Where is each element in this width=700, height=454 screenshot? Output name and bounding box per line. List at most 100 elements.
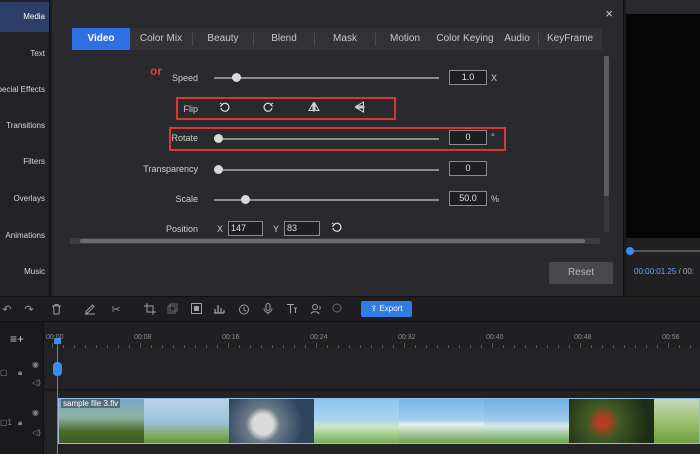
position-y-field[interactable]: 83 bbox=[284, 221, 320, 236]
clip-thumbnail bbox=[144, 399, 229, 443]
flip-horizontal-icon[interactable] bbox=[307, 101, 321, 115]
tab-motion[interactable]: Motion bbox=[376, 28, 434, 50]
reset-position-icon[interactable] bbox=[330, 221, 344, 235]
horizontal-scrollbar-thumb[interactable] bbox=[80, 239, 585, 243]
clip-thumbnail bbox=[399, 399, 484, 443]
sidebar-item-overlays[interactable]: Overlays bbox=[0, 184, 49, 214]
mute-speaker-icon[interactable]: ◁) bbox=[32, 428, 41, 437]
scale-slider-knob[interactable] bbox=[241, 195, 250, 204]
clip-thumbnail bbox=[569, 399, 654, 443]
rotate-slider-knob[interactable] bbox=[214, 134, 223, 143]
tab-color-mix[interactable]: Color Mix bbox=[130, 28, 192, 50]
freeze-icon[interactable] bbox=[330, 303, 344, 317]
tab-audio[interactable]: Audio bbox=[496, 28, 538, 50]
position-x-label: X bbox=[217, 224, 224, 234]
transparency-value-field[interactable]: 0 bbox=[449, 161, 487, 176]
or-annotation: or bbox=[150, 64, 162, 78]
tab-keyframe[interactable]: KeyFrame bbox=[539, 28, 597, 50]
left-sidebar: Media Text Special Effects Transitions F… bbox=[0, 0, 50, 296]
scale-value-field[interactable]: 50.0 bbox=[449, 191, 487, 206]
timer-icon[interactable] bbox=[237, 303, 251, 317]
horizontal-scrollbar[interactable] bbox=[70, 238, 600, 244]
rotate-label: Rotate bbox=[171, 133, 198, 143]
clip-thumbnail bbox=[484, 399, 569, 443]
export-button[interactable]: ⇪ Export bbox=[361, 301, 412, 317]
ruler-tick-label: 00:48 bbox=[574, 334, 592, 341]
export-icon: ⇪ bbox=[370, 304, 378, 313]
preview-progress-knob[interactable] bbox=[626, 247, 634, 255]
text-to-speech-icon[interactable] bbox=[285, 303, 299, 317]
ruler-tick-label: 00:56 bbox=[662, 334, 680, 341]
lock-icon[interactable]: 🔒︎ bbox=[18, 368, 22, 378]
sidebar-item-filters[interactable]: Filters bbox=[0, 147, 49, 177]
preview-progress-track[interactable] bbox=[630, 250, 700, 252]
rotate-value-field[interactable]: 0 bbox=[449, 130, 487, 145]
position-x-field[interactable]: 147 bbox=[228, 221, 263, 236]
reset-button[interactable]: Reset bbox=[549, 262, 613, 284]
timeline-track-1[interactable] bbox=[44, 348, 700, 390]
add-track-icon[interactable]: ≡+ bbox=[10, 332, 24, 346]
speed-value-field[interactable]: 1.0 bbox=[449, 70, 487, 85]
position-label: Position bbox=[165, 224, 198, 234]
mosaic-icon[interactable] bbox=[189, 303, 203, 317]
vertical-scrollbar[interactable] bbox=[604, 56, 609, 232]
scale-unit: % bbox=[491, 194, 500, 204]
rotate-slider[interactable] bbox=[214, 134, 439, 143]
playhead-line[interactable] bbox=[57, 340, 58, 454]
sidebar-item-music[interactable]: Music bbox=[0, 257, 49, 287]
vertical-scrollbar-thumb[interactable] bbox=[604, 56, 609, 196]
preview-timecode: 00:00:01.25 / 00: bbox=[634, 267, 694, 276]
property-tabs: Video Color Mix Beauty Blend Mask Motion… bbox=[72, 28, 602, 50]
copy-icon[interactable] bbox=[165, 303, 179, 317]
tab-beauty[interactable]: Beauty bbox=[193, 28, 253, 50]
tab-color-keying[interactable]: Color Keying bbox=[434, 28, 496, 50]
redo-icon[interactable]: ↷ bbox=[22, 303, 36, 317]
visibility-eye-icon[interactable]: ◉ bbox=[32, 408, 39, 417]
video-clip[interactable] bbox=[58, 398, 700, 444]
ruler-tick-label: 00:24 bbox=[310, 334, 328, 341]
track-2-type-icon: ▢1 bbox=[0, 418, 13, 427]
ruler-tick-label: 00:32 bbox=[398, 334, 416, 341]
clip-thumbnail bbox=[654, 399, 699, 443]
cut-icon[interactable]: ✂ bbox=[109, 303, 123, 317]
sidebar-item-text[interactable]: Text bbox=[0, 39, 49, 69]
scale-slider[interactable] bbox=[214, 195, 439, 204]
current-time: 00:00:01.25 bbox=[634, 267, 677, 276]
timeline-ruler[interactable]: 00:0000:0800:1600:2400:3200:4000:4800:56 bbox=[44, 330, 700, 348]
ruler-tick-label: 00:16 bbox=[222, 334, 240, 341]
audio-stats-icon[interactable] bbox=[212, 303, 226, 317]
microphone-icon[interactable] bbox=[261, 303, 275, 317]
export-label: Export bbox=[379, 304, 403, 313]
rotate-left-icon[interactable] bbox=[218, 101, 232, 115]
tab-mask[interactable]: Mask bbox=[315, 28, 375, 50]
tab-blend[interactable]: Blend bbox=[254, 28, 314, 50]
speed-slider[interactable] bbox=[214, 73, 439, 82]
delete-icon[interactable] bbox=[49, 303, 63, 317]
close-icon[interactable]: × bbox=[605, 6, 613, 21]
undo-icon[interactable]: ↶ bbox=[0, 303, 14, 317]
sidebar-item-media[interactable]: Media bbox=[0, 2, 49, 32]
lock-icon[interactable]: 🔒︎ bbox=[18, 418, 22, 428]
ruler-tick-label: 00:08 bbox=[134, 334, 152, 341]
visibility-eye-icon[interactable]: ◉ bbox=[32, 360, 39, 369]
rotate-right-icon[interactable] bbox=[261, 101, 275, 115]
transparency-label: Transparency bbox=[143, 164, 198, 174]
preview-topbar bbox=[626, 0, 700, 14]
tab-video[interactable]: Video bbox=[72, 28, 130, 50]
edit-toolbar: ↶ ↷ ✂ ⇪ Export bbox=[0, 296, 700, 322]
flip-label: Flip bbox=[183, 104, 198, 114]
sidebar-item-special-effects[interactable]: Special Effects bbox=[0, 75, 49, 105]
edit-icon[interactable] bbox=[83, 303, 97, 317]
flip-vertical-icon[interactable] bbox=[353, 101, 367, 115]
playhead-marker[interactable] bbox=[53, 362, 62, 376]
crop-icon[interactable] bbox=[143, 303, 157, 317]
transparency-slider[interactable] bbox=[214, 165, 439, 174]
mute-speaker-icon[interactable]: ◁) bbox=[32, 378, 41, 387]
speed-slider-knob[interactable] bbox=[232, 73, 241, 82]
sidebar-item-animations[interactable]: Animations bbox=[0, 221, 49, 251]
sidebar-item-transitions[interactable]: Transitions bbox=[0, 111, 49, 141]
preview-screen bbox=[626, 14, 700, 238]
clip-thumbnail bbox=[314, 399, 399, 443]
transparency-slider-knob[interactable] bbox=[214, 165, 223, 174]
voice-icon[interactable] bbox=[309, 303, 323, 317]
